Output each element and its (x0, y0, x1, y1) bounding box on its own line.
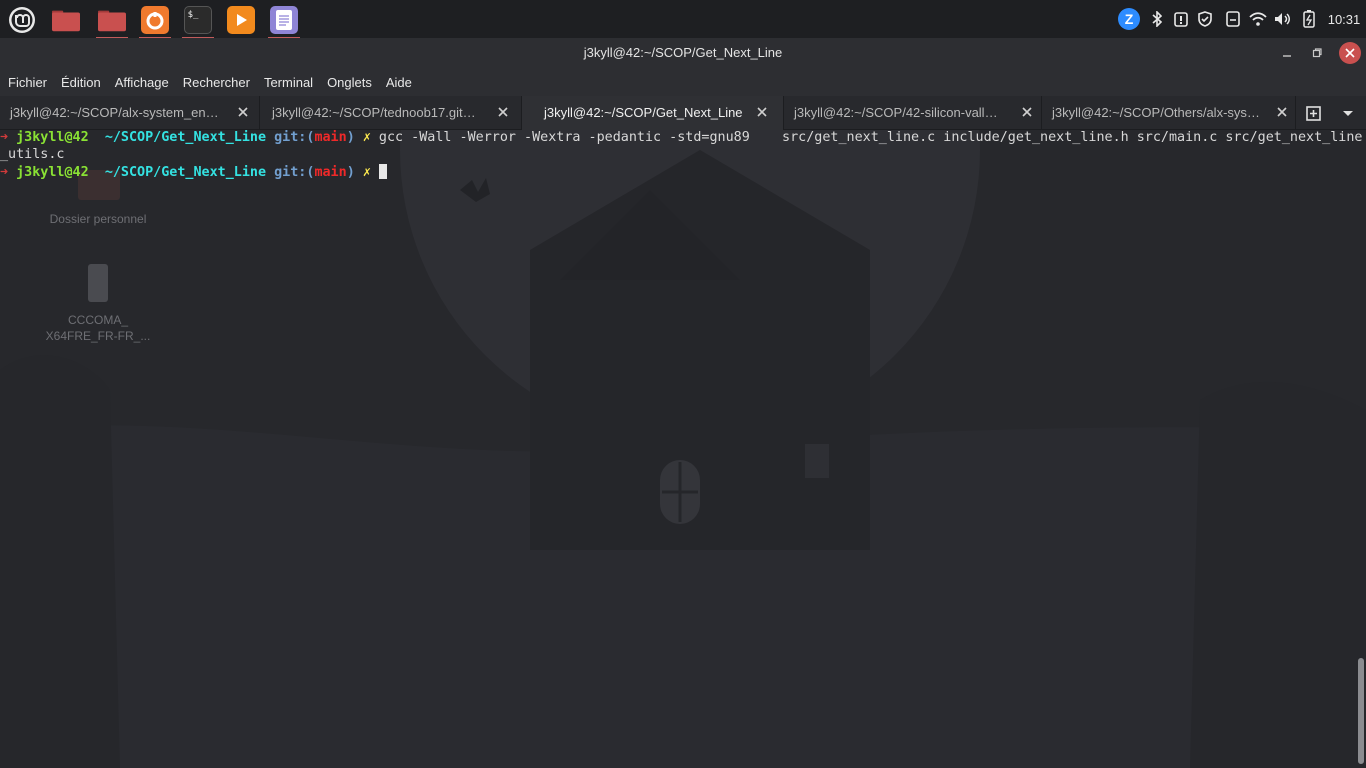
mint-logo-icon (9, 7, 35, 33)
volume-icon[interactable] (1273, 0, 1293, 38)
text-cursor (378, 164, 387, 179)
clipboard-icon[interactable] (1223, 0, 1243, 38)
command-text: gcc -Wall -Werror -Wextra -pedantic -std… (370, 130, 1363, 145)
terminal-icon: $_ (184, 6, 212, 34)
tab-label: j3kyll@42:~/SCOP/tednoob17.git… (272, 105, 476, 120)
folder-icon (98, 6, 126, 34)
media-player-launcher[interactable] (223, 3, 259, 37)
wallpaper-art (0, 130, 1366, 768)
prompt-path: ~/SCOP/Get_Next_Line (104, 165, 267, 180)
restore-icon (1312, 48, 1322, 58)
tab-label: j3kyll@42:~/SCOP/alx-system_en… (10, 105, 219, 120)
close-icon (1345, 48, 1355, 58)
zoom-letter: Z (1118, 8, 1140, 30)
terminal-launcher[interactable]: $_ (180, 3, 216, 39)
text-editor-launcher[interactable] (266, 3, 302, 39)
terminal-line-3: ➜ j3kyll@42 ~/SCOP/Get_Next_Line git:(ma… (0, 164, 387, 180)
prompt-git-close: ) (346, 130, 355, 145)
menu-aide[interactable]: Aide (386, 71, 412, 94)
tabs-dropdown-button[interactable] (1340, 106, 1356, 120)
menu-rechercher[interactable]: Rechercher (183, 71, 250, 94)
mint-menu-button[interactable] (4, 3, 40, 37)
window-title: j3kyll@42:~/SCOP/Get_Next_Line (583, 45, 783, 60)
prompt-arrow: ➜ (0, 130, 9, 145)
prompt-path: ~/SCOP/Get_Next_Line (104, 130, 267, 145)
new-tab-button[interactable] (1304, 103, 1326, 123)
tab-get-next-line[interactable]: j3kyll@42:~/SCOP/Get_Next_Line (522, 96, 784, 130)
window-titlebar[interactable]: j3kyll@42:~/SCOP/Get_Next_Line (0, 38, 1366, 68)
menu-affichage[interactable]: Affichage (115, 71, 169, 94)
top-panel: $_ Z 10:31 (0, 0, 1366, 39)
terminal-line-2: _utils.c (0, 147, 65, 162)
close-tab-icon[interactable] (1275, 105, 1289, 119)
tab-42-silicon-valley[interactable]: j3kyll@42:~/SCOP/42-silicon-vall… (784, 96, 1042, 130)
tab-tednoob17[interactable]: j3kyll@42:~/SCOP/tednoob17.git… (260, 96, 522, 130)
prompt-branch: main (314, 130, 347, 145)
menu-fichier[interactable]: Fichier (8, 71, 47, 94)
close-tab-icon[interactable] (1020, 105, 1034, 119)
desktop-icon-label: Dossier personnel (49, 212, 147, 226)
shield-icon[interactable] (1195, 0, 1215, 38)
close-tab-icon[interactable] (755, 105, 769, 119)
play-icon (227, 6, 255, 34)
tab-label: j3kyll@42:~/SCOP/Others/alx-sys… (1052, 105, 1260, 120)
menu-onglets[interactable]: Onglets (327, 71, 372, 94)
prompt-user: j3kyll@42 (16, 130, 89, 145)
prompt-git: git:( (274, 165, 315, 180)
close-tab-icon[interactable] (496, 105, 510, 119)
bluetooth-icon[interactable] (1148, 0, 1166, 38)
prompt-arrow: ➜ (0, 165, 9, 180)
prompt-git-close: ) (346, 165, 355, 180)
menu-terminal[interactable]: Terminal (264, 71, 313, 94)
tab-label: j3kyll@42:~/SCOP/Get_Next_Line (544, 105, 743, 120)
prompt-git: git:( (274, 130, 315, 145)
files-active-launcher[interactable] (94, 3, 130, 39)
update-manager-icon[interactable] (1171, 0, 1191, 38)
maximize-button[interactable] (1307, 43, 1327, 63)
prompt-dirty-marker: ✗ (362, 130, 371, 145)
usb-drive-icon (88, 264, 108, 302)
firefox-icon (141, 6, 169, 34)
firefox-launcher[interactable] (137, 3, 173, 39)
scrollbar-thumb[interactable] (1358, 658, 1364, 764)
prompt-dirty-marker: ✗ (362, 165, 371, 180)
files-launcher[interactable] (48, 3, 84, 37)
terminal-line-1: ➜ j3kyll@42 ~/SCOP/Get_Next_Line git:(ma… (0, 130, 1362, 145)
zoom-tray-icon[interactable]: Z (1117, 0, 1141, 38)
prompt-branch: main (314, 165, 347, 180)
terminal-view[interactable]: Dossier personnel CCCOMA_ X64FRE_FR-FR_.… (0, 130, 1366, 768)
wifi-icon[interactable] (1248, 0, 1268, 38)
tab-bar: j3kyll@42:~/SCOP/alx-system_en… j3kyll@4… (0, 96, 1366, 130)
menu-bar: Fichier Édition Affichage Rechercher Ter… (0, 68, 1366, 96)
close-tab-icon[interactable] (236, 105, 250, 119)
new-tab-icon (1306, 106, 1321, 121)
tab-others-alx-system[interactable]: j3kyll@42:~/SCOP/Others/alx-sys… (1042, 96, 1296, 130)
minimize-button[interactable] (1277, 43, 1297, 63)
tab-label: j3kyll@42:~/SCOP/42-silicon-vall… (794, 105, 998, 120)
minimize-icon (1283, 55, 1291, 57)
tab-alx-system-engineering[interactable]: j3kyll@42:~/SCOP/alx-system_en… (0, 96, 260, 130)
folder-icon (52, 6, 80, 34)
menu-edition[interactable]: Édition (61, 71, 101, 94)
prompt-user: j3kyll@42 (16, 165, 89, 180)
desktop-icon-label: CCCOMA_ X64FRE_FR-FR_... (45, 313, 151, 343)
battery-icon[interactable] (1299, 0, 1319, 38)
chevron-down-icon (1343, 111, 1353, 116)
close-window-button[interactable] (1339, 42, 1361, 64)
text-editor-icon (270, 6, 298, 34)
clock[interactable]: 10:31 (1324, 0, 1364, 38)
